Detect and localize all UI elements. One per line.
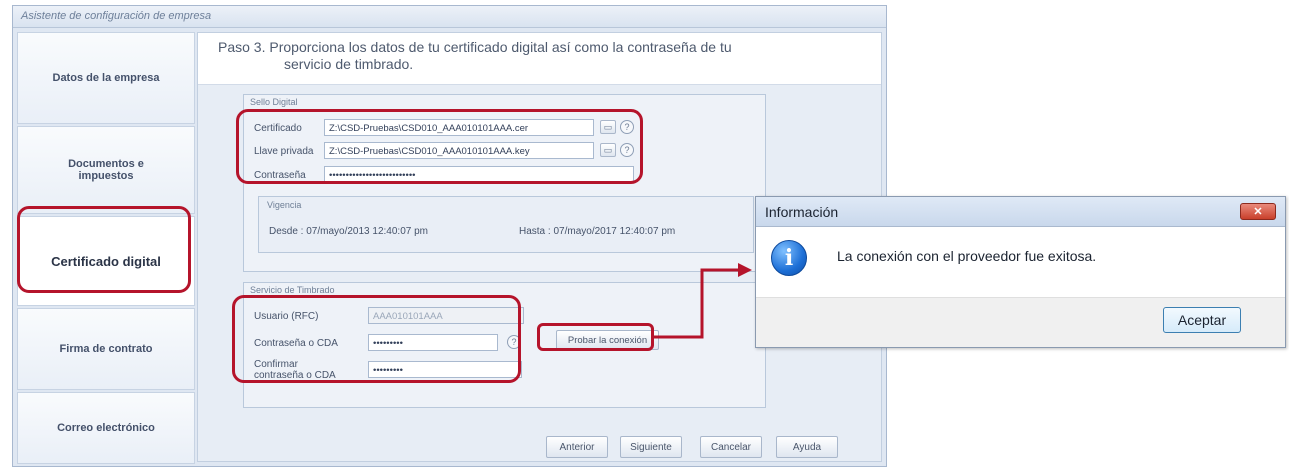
aceptar-button[interactable]: Aceptar [1163, 307, 1241, 333]
close-icon[interactable]: ✕ [1240, 203, 1276, 220]
dialog-title: Información [765, 204, 839, 220]
dialog-titlebar: Información ✕ [756, 197, 1285, 227]
info-dialog: Información ✕ i La conexión con el prove… [755, 196, 1286, 348]
dialog-message: La conexión con el proveedor fue exitosa… [837, 248, 1097, 264]
info-icon: i [771, 240, 807, 276]
